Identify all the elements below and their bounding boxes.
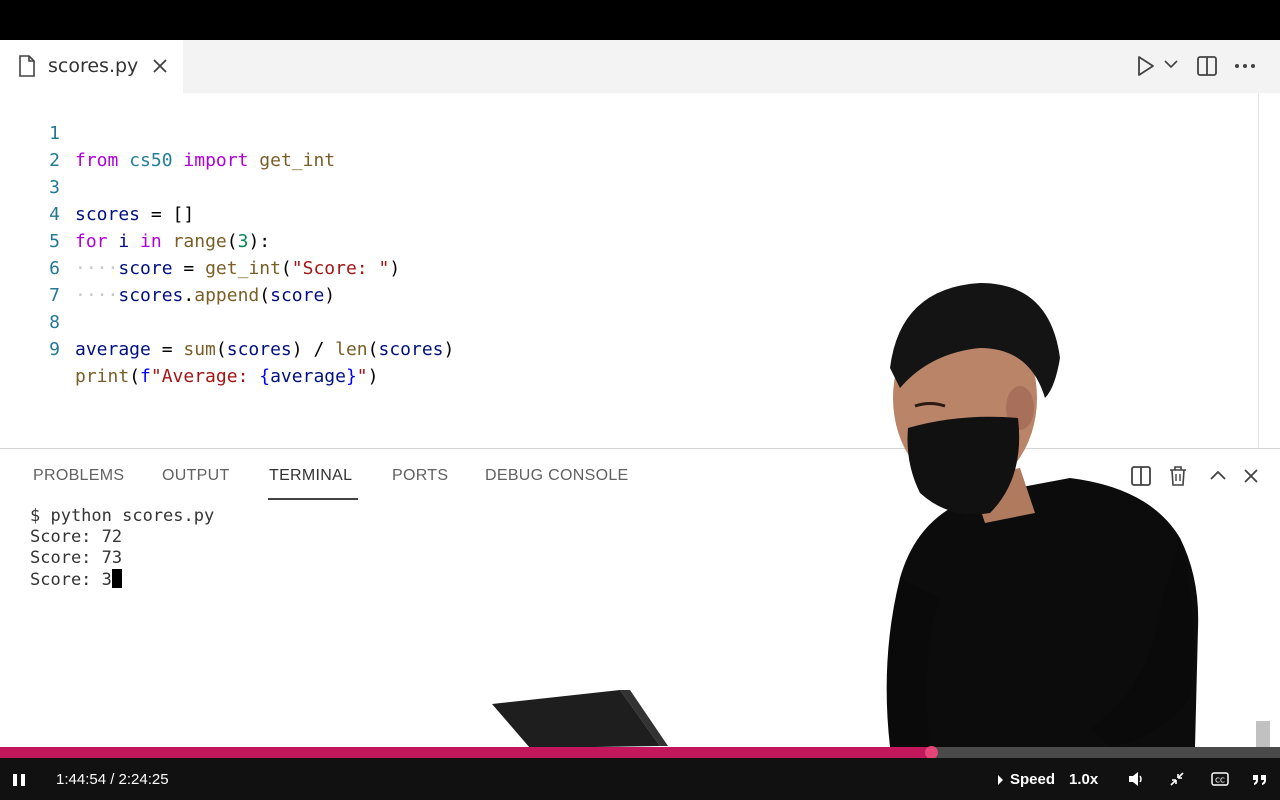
tab-terminal[interactable]: TERMINAL [269, 467, 352, 485]
speed-button[interactable]: Speed 1.0x [998, 771, 1098, 788]
code-line: 2 [0, 120, 1258, 171]
editor-scrollbar[interactable] [1258, 93, 1280, 448]
tab-problems[interactable]: PROBLEMS [33, 467, 124, 485]
more-icon[interactable] [1234, 54, 1256, 78]
tab-title: scores.py [48, 55, 139, 77]
cc-icon[interactable]: CC [1211, 770, 1229, 788]
tab-strip: scores.py [0, 40, 1280, 93]
quote-icon[interactable] [1251, 770, 1269, 788]
terminal-cursor [111, 569, 122, 588]
terminal-line: $ python scores.py [30, 506, 215, 526]
active-tab-indicator [268, 498, 358, 500]
code-line: 6 ····scores.append(score) [0, 228, 1258, 306]
code-text: print(f"Average: {average}") [75, 366, 379, 387]
play-icon[interactable] [1136, 54, 1156, 78]
video-progress-bar[interactable] [0, 746, 1280, 759]
laptop [492, 690, 668, 748]
presenter-figure [886, 283, 1199, 747]
code-line: 3 scores = [] [0, 147, 1258, 225]
code-line: 4 for i in range(3): [0, 174, 1258, 252]
terminal-input-line: Score: 3 [30, 569, 214, 591]
exit-fullscreen-icon[interactable] [1168, 770, 1186, 788]
chevron-down-icon[interactable] [1163, 58, 1179, 70]
terminal-line: Score: 73 [30, 548, 123, 568]
pause-icon[interactable] [12, 773, 26, 787]
line-number: 9 [49, 339, 60, 360]
terminal-line: Score: 3 [30, 570, 112, 590]
panel-scrollbar[interactable] [1256, 721, 1270, 747]
tab-ports[interactable]: PORTS [392, 467, 448, 485]
close-panel-icon[interactable] [1240, 465, 1262, 487]
time-display: 1:44:54 / 2:24:25 [56, 771, 169, 788]
volume-icon[interactable] [1127, 770, 1145, 788]
code-line: 1 from cs50 import get_int [0, 93, 1258, 171]
tab-output[interactable]: OUTPUT [162, 467, 230, 485]
progress-fill [0, 747, 931, 758]
tab-debug-console[interactable]: DEBUG CONSOLE [485, 467, 629, 485]
svg-text:CC: CC [1215, 777, 1225, 785]
file-icon [19, 55, 35, 77]
terminal-line: Score: 72 [30, 527, 123, 547]
video-top-bar [0, 0, 1280, 40]
code-line: 5 ····score = get_int("Score: ") [0, 201, 1258, 279]
speed-label: Speed [1010, 771, 1056, 788]
terminal-output[interactable]: $ python scores.py Score: 72 Score: 73 Scor… [30, 506, 214, 591]
tab-scores-py[interactable]: scores.py [0, 40, 183, 93]
speed-value: 1.0x [1069, 771, 1099, 788]
video-controls: 1:44:54 / 2:24:25 Speed 1.0x CC [0, 758, 1280, 800]
close-icon[interactable] [150, 56, 170, 76]
split-editor-icon[interactable] [1196, 54, 1218, 78]
caret-right-icon [998, 774, 1003, 785]
code-text: average = sum(scores) / len(scores) [75, 339, 455, 360]
